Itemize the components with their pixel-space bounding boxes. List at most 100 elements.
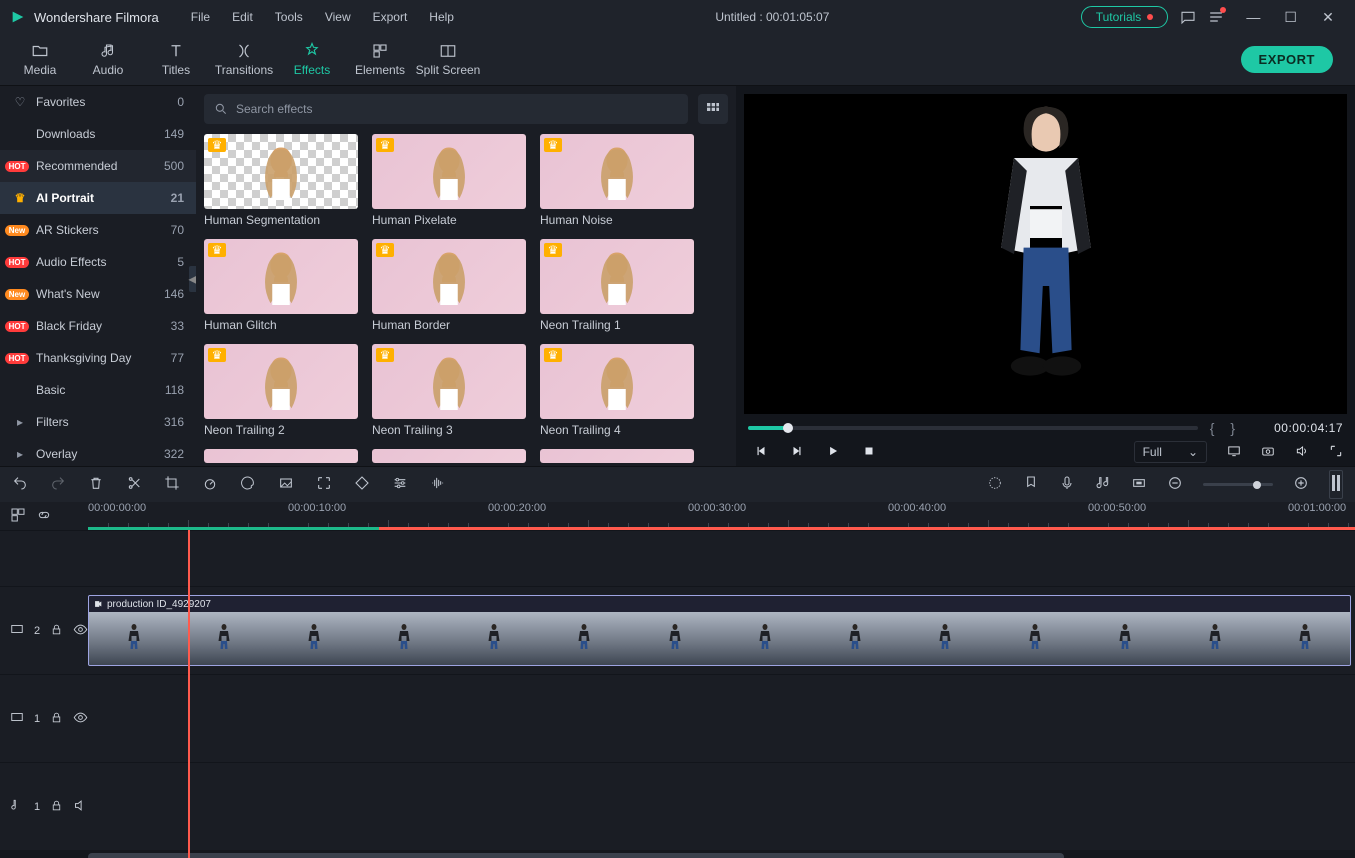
display-toggle-icon[interactable] [1227, 444, 1241, 461]
audio-mixer-icon[interactable] [1095, 475, 1111, 494]
grid-view-toggle[interactable] [698, 94, 728, 124]
tab-media[interactable]: Media [6, 36, 74, 84]
category-count: 0 [177, 95, 184, 109]
export-button[interactable]: EXPORT [1241, 46, 1333, 73]
tab-splitscreen-label: Split Screen [416, 63, 481, 77]
category-filters[interactable]: ▸Filters316 [0, 406, 196, 438]
ruler-mark: 00:00:40:00 [888, 502, 946, 514]
category-favorites[interactable]: ♡Favorites0 [0, 86, 196, 118]
effect-human-noise[interactable]: ♛Human Noise [540, 134, 694, 227]
track-lock-icon[interactable] [50, 799, 63, 815]
project-title: Untitled : 00:01:05:07 [464, 10, 1081, 24]
track-lock-icon[interactable] [50, 711, 63, 727]
preview-quality-select[interactable]: Full⌄ [1134, 441, 1207, 463]
menu-help[interactable]: Help [419, 6, 464, 28]
category-label: Overlay [36, 447, 164, 461]
speed-icon[interactable] [202, 475, 218, 494]
snapshot-icon[interactable] [1261, 444, 1275, 461]
menu-view[interactable]: View [315, 6, 361, 28]
effect-neon-trailing-3[interactable]: ♛Neon Trailing 3 [372, 344, 526, 437]
effect-partial[interactable] [204, 449, 358, 463]
adjust-icon[interactable] [392, 475, 408, 494]
category-count: 316 [164, 415, 184, 429]
category-recommended[interactable]: HOTRecommended500 [0, 150, 196, 182]
category-thanksgiving-day[interactable]: HOTThanksgiving Day77 [0, 342, 196, 374]
category-ai-portrait[interactable]: ♛AI Portrait21 [0, 182, 196, 214]
message-icon[interactable] [1180, 9, 1196, 25]
tab-titles[interactable]: Titles [142, 36, 210, 84]
zoom-to-fit-icon[interactable] [1329, 470, 1343, 499]
menu-tools[interactable]: Tools [265, 6, 313, 28]
effect-human-glitch[interactable]: ♛Human Glitch [204, 239, 358, 332]
marker-icon[interactable] [1023, 475, 1039, 494]
category-audio-effects[interactable]: HOTAudio Effects5 [0, 246, 196, 278]
redo-icon[interactable] [50, 475, 66, 494]
motion-tracking-icon[interactable] [316, 475, 332, 494]
split-icon[interactable] [126, 475, 142, 494]
track-manager-icon[interactable] [10, 507, 26, 526]
search-input[interactable]: Search effects [204, 94, 688, 124]
track-mute-icon[interactable] [73, 798, 88, 816]
audio-wave-icon[interactable] [430, 475, 446, 494]
snap-icon[interactable] [1131, 475, 1147, 494]
effect-label: Human Glitch [204, 318, 358, 332]
play-button[interactable] [826, 444, 840, 461]
close-button[interactable]: ✕ [1311, 9, 1345, 26]
undo-icon[interactable] [12, 475, 28, 494]
category-overlay[interactable]: ▸Overlay322 [0, 438, 196, 466]
zoom-out-icon[interactable] [1167, 475, 1183, 494]
delete-icon[interactable] [88, 475, 104, 494]
category-downloads[interactable]: Downloads149 [0, 118, 196, 150]
tasks-icon[interactable] [1208, 9, 1224, 25]
render-icon[interactable] [987, 475, 1003, 494]
track-visibility-icon[interactable] [73, 710, 88, 728]
zoom-in-icon[interactable] [1293, 475, 1309, 494]
next-frame-button[interactable] [790, 444, 804, 461]
tab-effects[interactable]: Effects [278, 36, 346, 84]
voiceover-icon[interactable] [1059, 475, 1075, 494]
fullscreen-icon[interactable] [1329, 444, 1343, 461]
mark-in-out-icon[interactable]: { } [1210, 420, 1241, 436]
category-ar-stickers[interactable]: NewAR Stickers70 [0, 214, 196, 246]
effect-partial[interactable] [372, 449, 526, 463]
category-label: Basic [36, 383, 165, 397]
menu-edit[interactable]: Edit [222, 6, 263, 28]
link-toggle-icon[interactable] [36, 507, 52, 526]
timeline-ruler[interactable]: 00:00:00:0000:00:10:0000:00:20:0000:00:3… [88, 502, 1355, 530]
prev-frame-button[interactable] [754, 444, 768, 461]
maximize-button[interactable]: ☐ [1274, 9, 1308, 26]
tab-audio[interactable]: Audio [74, 36, 142, 84]
menu-file[interactable]: File [181, 6, 220, 28]
category-basic[interactable]: Basic118 [0, 374, 196, 406]
keyframe-icon[interactable] [354, 475, 370, 494]
effect-human-border[interactable]: ♛Human Border [372, 239, 526, 332]
category-black-friday[interactable]: HOTBlack Friday33 [0, 310, 196, 342]
timeline-clip[interactable]: production ID_4929207 [88, 595, 1351, 666]
color-icon[interactable] [240, 475, 256, 494]
category-what-s-new[interactable]: NewWhat's New146 [0, 278, 196, 310]
category-label: AI Portrait [36, 191, 171, 205]
tab-transitions[interactable]: Transitions [210, 36, 278, 84]
minimize-button[interactable]: — [1236, 9, 1270, 25]
effect-partial[interactable] [540, 449, 694, 463]
menu-export[interactable]: Export [363, 6, 418, 28]
effect-neon-trailing-4[interactable]: ♛Neon Trailing 4 [540, 344, 694, 437]
preview-progress[interactable] [748, 426, 1198, 430]
track-lock-icon[interactable] [50, 623, 63, 639]
preview-viewport[interactable] [744, 94, 1347, 414]
effect-human-pixelate[interactable]: ♛Human Pixelate [372, 134, 526, 227]
track-visibility-icon[interactable] [73, 622, 88, 640]
tab-elements[interactable]: Elements [346, 36, 414, 84]
green-screen-icon[interactable] [278, 475, 294, 494]
tutorials-button[interactable]: Tutorials [1081, 6, 1169, 28]
category-icon: ▸ [10, 447, 30, 461]
stop-button[interactable] [862, 444, 876, 461]
crop-icon[interactable] [164, 475, 180, 494]
effect-human-segmentation[interactable]: ♛Human Segmentation [204, 134, 358, 227]
effect-neon-trailing-1[interactable]: ♛Neon Trailing 1 [540, 239, 694, 332]
tab-splitscreen[interactable]: Split Screen [414, 36, 482, 84]
timeline-scrollbar[interactable] [0, 850, 1355, 858]
effect-neon-trailing-2[interactable]: ♛Neon Trailing 2 [204, 344, 358, 437]
volume-icon[interactable] [1295, 444, 1309, 461]
zoom-slider[interactable] [1203, 483, 1273, 486]
